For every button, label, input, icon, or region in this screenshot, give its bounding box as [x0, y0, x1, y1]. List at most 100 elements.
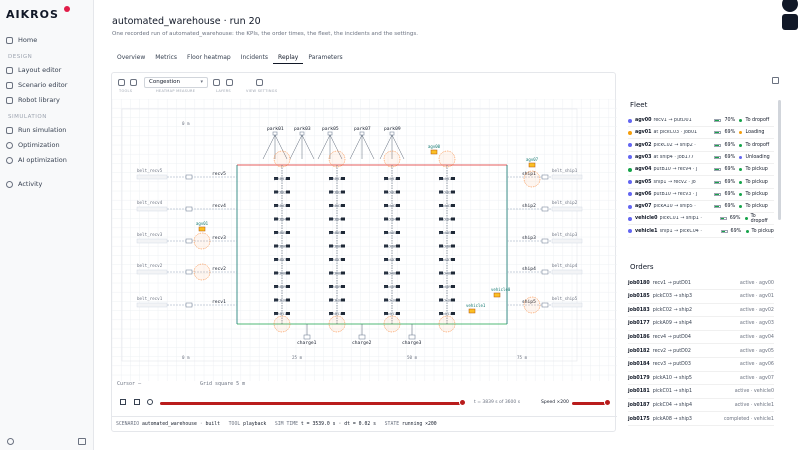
- sidebar-item-home[interactable]: Home: [6, 34, 90, 46]
- heatmap-measure-label: HEATMAP MEASURE: [156, 89, 196, 93]
- sidebar-item-run-simulation[interactable]: Run simulation: [6, 124, 90, 136]
- tab-replay[interactable]: Replay: [273, 52, 304, 64]
- restart-icon[interactable]: [147, 399, 153, 405]
- order-route: pickC03 → ship3: [652, 294, 693, 300]
- rack-slot: [396, 190, 400, 194]
- speed-thumb[interactable]: [604, 399, 611, 406]
- layer-edit-icon[interactable]: [213, 79, 220, 86]
- sidebar-item-ai-optimization[interactable]: AI optimization: [6, 154, 90, 166]
- belt-ship: [551, 206, 583, 212]
- activity-icon: [6, 180, 13, 188]
- sidebar-item-layout-editor[interactable]: Layout editor: [6, 64, 90, 76]
- layers-icon[interactable]: [226, 79, 233, 86]
- order-row[interactable]: job0187 pickC04 → ship4 active · vehicle1: [628, 399, 774, 413]
- expand-icon[interactable]: [772, 77, 779, 84]
- sidebar-item-label: AI optimization: [18, 156, 67, 164]
- fleet-battery: 69%: [729, 216, 741, 222]
- rack-label: putB05: [274, 231, 286, 235]
- ship-label: ship4: [522, 266, 536, 272]
- park-label: park01: [267, 126, 284, 132]
- order-row[interactable]: job0182 recv2 → putD02 active · agv05: [628, 345, 774, 358]
- settings-icon[interactable]: [7, 438, 14, 445]
- fleet-row[interactable]: agv05 ship1 → recv2 · jo 69% To pickup: [628, 177, 774, 189]
- order-row[interactable]: job0186 recv4 → putD04 active · agv04: [628, 331, 774, 345]
- congestion-hotspot: [383, 315, 401, 333]
- tab-overview[interactable]: Overview: [112, 52, 150, 64]
- rack-slot: [286, 298, 290, 302]
- sidebar-item-optimization[interactable]: Optimization: [6, 139, 90, 151]
- agent-marker: [198, 226, 206, 232]
- heatmap-measure-select[interactable]: Congestion ▾: [144, 77, 208, 88]
- fleet-row[interactable]: agv07 pickA10 → ship5 · 69% To pickup: [628, 201, 774, 214]
- fleet-row[interactable]: vehicle0 pickC01 → ship1 · 69% To dropoff: [628, 213, 774, 226]
- agent-label: agv00: [428, 144, 441, 149]
- send-icon[interactable]: [782, 14, 798, 30]
- belt-ship: [551, 269, 583, 275]
- warehouse-canvas[interactable]: 0 m 0 m 25 m 50 m 75 m belt_recv5 recv5 belt_re…: [112, 99, 617, 381]
- collapse-sidebar-icon[interactable]: [78, 438, 86, 445]
- speed-slider[interactable]: [572, 402, 607, 405]
- order-id: job0187: [628, 402, 650, 408]
- clock-icon[interactable]: [782, 0, 798, 12]
- tab-parameters[interactable]: Parameters: [303, 52, 347, 64]
- fleet-row[interactable]: agv00 recv1 → putD01 70% To dropoff: [628, 115, 774, 127]
- rack-slot: [451, 204, 455, 207]
- step-icon[interactable]: [134, 399, 140, 405]
- recv-station: [185, 238, 193, 244]
- fit-view-icon[interactable]: [130, 79, 137, 86]
- status-dot: [739, 155, 743, 159]
- sidebar-item-activity[interactable]: Activity: [6, 178, 90, 190]
- tab-incidents[interactable]: Incidents: [236, 52, 273, 64]
- pause-icon[interactable]: [120, 399, 126, 405]
- status-bar: SCENARIO automated_warehouse · built TOO…: [112, 416, 617, 431]
- order-row[interactable]: job0184 recv3 → putD03 active · agv06: [628, 359, 774, 372]
- belt-ship: [551, 238, 583, 244]
- order-row[interactable]: job0177 pickA09 → ship4 active · agv03: [628, 318, 774, 331]
- rack-slot: [396, 244, 400, 248]
- playback-time: t = 3839 s of 3600 s: [474, 400, 521, 405]
- home-icon: [6, 36, 13, 44]
- play-icon: [6, 126, 13, 134]
- fleet-row[interactable]: agv04 putB10 → recv4 · j 69% To pickup: [628, 164, 774, 177]
- rack-slot: [451, 244, 455, 248]
- order-row[interactable]: job0183 pickC02 → ship2 active · agv02: [628, 304, 774, 318]
- order-id: job0177: [628, 321, 650, 327]
- order-row[interactable]: job0175 pickA08 → ship3 completed · vehicl…: [628, 413, 774, 426]
- order-status: active · agv07: [739, 375, 774, 381]
- belt-ship-label: belt_ship2: [552, 200, 578, 205]
- fleet-row[interactable]: vehicle1 ship1 → pickC04 · 69% To pickup: [628, 226, 774, 238]
- playback-thumb[interactable]: [458, 399, 466, 406]
- tab-floor-heatmap[interactable]: Floor heatmap: [182, 52, 236, 64]
- order-row[interactable]: job0179 pickA10 → ship5 active · agv07: [628, 372, 774, 386]
- fleet-row[interactable]: agv01 at pickC03 · job01 69% Loading: [628, 127, 774, 140]
- fleet-row[interactable]: agv03 at ship4 · job177 69% Unloading: [628, 152, 774, 164]
- congestion-hotspot: [383, 150, 401, 168]
- rack-slot: [451, 298, 455, 302]
- tab-metrics[interactable]: Metrics: [150, 52, 182, 64]
- page-subtitle: One recorded run of automated_warehouse:…: [112, 31, 418, 37]
- rack-slot: [396, 258, 400, 261]
- rack-slot: [451, 190, 455, 194]
- order-row[interactable]: job0180 recv1 → putD01 active · agv00: [628, 277, 774, 290]
- sidebar-item-robot-library[interactable]: Robot library: [6, 94, 90, 106]
- fleet-row[interactable]: agv06 putB10 → recv3 · j 69% To pickup: [628, 189, 774, 201]
- order-route: pickC04 → ship4: [652, 402, 693, 408]
- pan-tool-icon[interactable]: [118, 79, 125, 86]
- park-link: [262, 134, 276, 160]
- belt-recv: [136, 238, 168, 244]
- playback-slider[interactable]: [160, 402, 465, 405]
- rack-label: putB01: [274, 177, 286, 181]
- order-row[interactable]: job0181 pickC01 → ship1 active · vehicle0: [628, 386, 774, 399]
- fleet-row[interactable]: agv02 pickC02 → ship2 · 69% To dropoff: [628, 140, 774, 152]
- fleet-scrollbar[interactable]: [778, 100, 781, 220]
- charge-label: charge3: [402, 340, 422, 346]
- congestion-hotspot: [438, 150, 456, 168]
- sidebar-item-scenario-editor[interactable]: Scenario editor: [6, 79, 90, 91]
- agent-color-dot: [628, 167, 632, 172]
- view-settings-icon[interactable]: [256, 79, 263, 86]
- grid-value: 5 m: [236, 381, 246, 387]
- battery-icon: [714, 168, 722, 172]
- order-status: active · agv06: [739, 362, 774, 368]
- order-row[interactable]: job0185 pickC03 → ship3 active · agv01: [628, 291, 774, 304]
- robot-icon: [6, 96, 13, 104]
